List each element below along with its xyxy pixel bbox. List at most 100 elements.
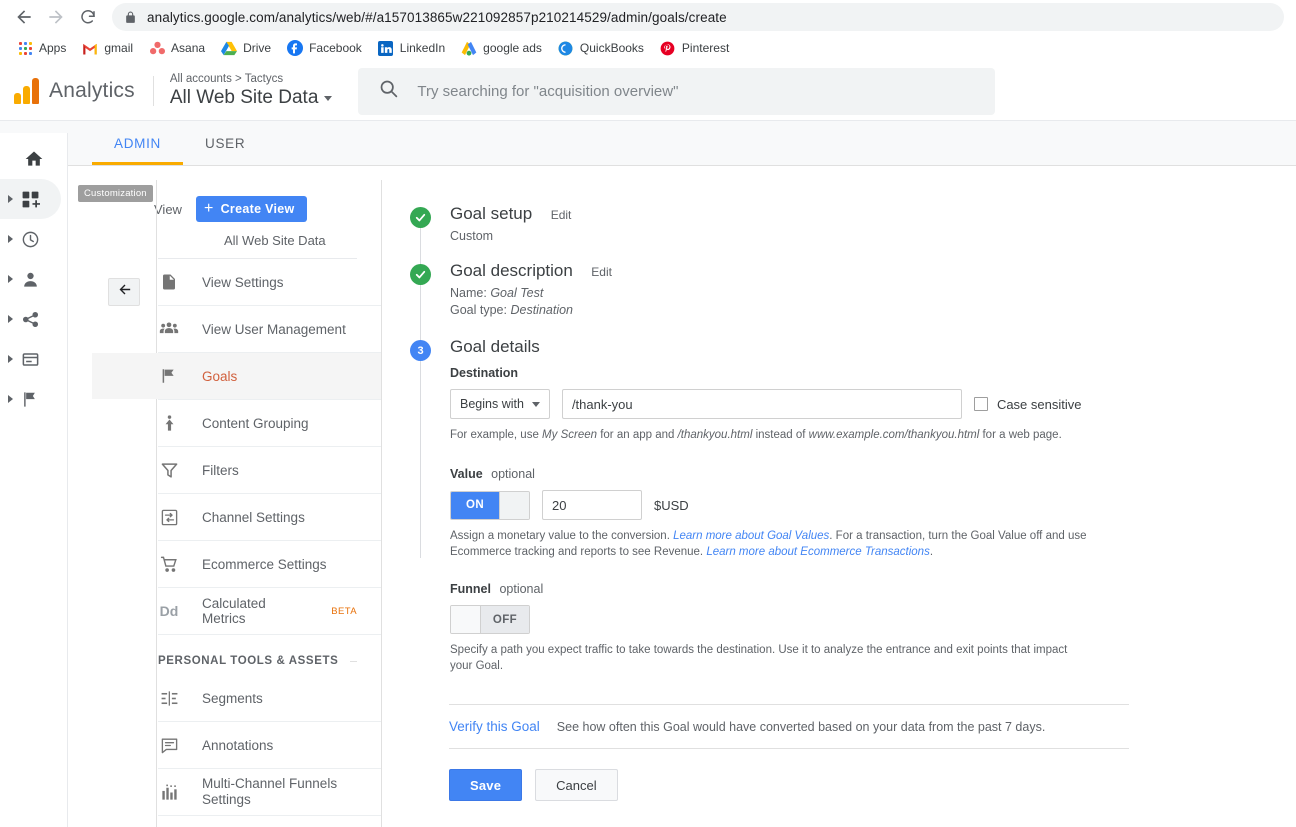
segments-icon bbox=[158, 687, 180, 709]
goal-values-link[interactable]: Learn more about Goal Values bbox=[673, 530, 829, 542]
bookmark-pinterest[interactable]: Pinterest bbox=[653, 37, 736, 59]
product-title: Analytics bbox=[49, 79, 135, 102]
bookmarks-bar: Apps gmail Asana Drive Facebook LinkedIn… bbox=[0, 34, 1296, 62]
menu-item-segments[interactable]: Segments bbox=[158, 675, 381, 722]
hint-em: www.example.com/thankyou.html bbox=[808, 429, 980, 441]
menu-item-calculated-metrics[interactable]: Dd Calculated Metrics BETA bbox=[158, 588, 381, 635]
hint-part: for a web page. bbox=[979, 429, 1062, 441]
sidebar-item-audience[interactable] bbox=[0, 259, 67, 299]
expand-arrow-icon bbox=[8, 315, 13, 323]
verify-description: See how often this Goal would have conve… bbox=[556, 719, 1046, 734]
goal-value-input[interactable] bbox=[542, 490, 642, 520]
bookmark-quickbooks[interactable]: QuickBooks bbox=[551, 37, 651, 59]
search-input[interactable]: Try searching for "acquisition overview" bbox=[358, 67, 996, 115]
drive-icon bbox=[221, 40, 238, 56]
tab-admin[interactable]: ADMIN bbox=[92, 121, 183, 165]
edit-goal-setup-link[interactable]: Edit bbox=[551, 208, 572, 222]
verify-goal-row: Verify this Goal See how often this Goal… bbox=[449, 704, 1129, 749]
panel-divider bbox=[156, 180, 157, 827]
bookmark-gmail[interactable]: gmail bbox=[75, 37, 140, 59]
menu-label: Calculated Metrics bbox=[202, 596, 266, 626]
edit-goal-description-link[interactable]: Edit bbox=[591, 265, 612, 279]
funnel-hint: Specify a path you expect traffic to tak… bbox=[450, 644, 1068, 672]
funnel-label: Funnel optional bbox=[450, 582, 1090, 596]
tab-user[interactable]: USER bbox=[183, 121, 267, 165]
sidebar-item-home[interactable] bbox=[0, 139, 67, 179]
property-name: All Web Site Data bbox=[170, 86, 333, 110]
breadcrumb: All accounts > Tactycs bbox=[169, 73, 284, 85]
menu-item-multi-channel-funnels-settings[interactable]: Multi-Channel Funnels Settings bbox=[158, 769, 381, 816]
forward-arrow-icon[interactable] bbox=[42, 3, 70, 31]
bookmark-label: Apps bbox=[39, 41, 67, 55]
menu-item-view-user-management[interactable]: View User Management bbox=[158, 306, 381, 353]
back-arrow-icon bbox=[116, 281, 133, 303]
bookmark-google-ads[interactable]: google ads bbox=[454, 37, 549, 59]
funnel-toggle[interactable]: OFF bbox=[450, 605, 530, 634]
back-arrow-icon[interactable] bbox=[10, 3, 38, 31]
menu-item-filters[interactable]: Filters bbox=[158, 447, 381, 494]
address-bar[interactable]: analytics.google.com/analytics/web/#/a15… bbox=[112, 3, 1284, 31]
case-sensitive-label: Case sensitive bbox=[996, 396, 1082, 412]
menu-label: Content Grouping bbox=[202, 415, 309, 431]
case-sensitive-checkbox[interactable]: Case sensitive bbox=[973, 396, 1082, 412]
left-nav-rail bbox=[0, 133, 68, 827]
ecommerce-transactions-link[interactable]: Learn more about Ecommerce Transactions bbox=[706, 546, 930, 558]
bookmark-drive[interactable]: Drive bbox=[214, 37, 278, 59]
hint-part: instead of bbox=[752, 429, 809, 441]
step-number-badge: 3 bbox=[410, 340, 431, 361]
sidebar-item-realtime[interactable] bbox=[0, 219, 67, 259]
match-type-select[interactable]: Begins with bbox=[450, 389, 550, 419]
collapse-panel-button[interactable] bbox=[108, 278, 140, 306]
sidebar-item-conversions[interactable] bbox=[0, 379, 67, 419]
save-button[interactable]: Save bbox=[449, 769, 523, 801]
bookmark-label: Drive bbox=[243, 41, 272, 55]
menu-item-channel-settings[interactable]: Channel Settings bbox=[158, 494, 381, 541]
annotation-icon bbox=[158, 734, 180, 756]
menu-item-view-settings[interactable]: View Settings bbox=[158, 259, 381, 306]
property-label: All Web Site Data bbox=[169, 87, 319, 108]
match-type-value: Begins with bbox=[460, 397, 524, 411]
menu-label: View Settings bbox=[202, 274, 284, 290]
step-goal-description: Goal description Edit Name: Goal Test Go… bbox=[410, 261, 1110, 319]
window-icon bbox=[19, 348, 41, 370]
bookmark-label: LinkedIn bbox=[399, 41, 446, 55]
menu-item-annotations[interactable]: Annotations bbox=[158, 722, 381, 769]
create-view-button[interactable]: + Create View bbox=[195, 196, 307, 222]
step-header: Goal description Edit bbox=[450, 261, 612, 281]
chevron-down-icon[interactable] bbox=[324, 95, 333, 101]
linkedin-icon bbox=[378, 40, 394, 56]
menu-item-content-grouping[interactable]: Content Grouping bbox=[158, 400, 381, 447]
bookmark-linkedin[interactable]: LinkedIn bbox=[371, 37, 452, 59]
value-toggle[interactable]: ON bbox=[450, 490, 530, 520]
funnel-toggle-state: OFF bbox=[481, 606, 529, 633]
destination-input[interactable] bbox=[561, 389, 962, 419]
browser-chrome: analytics.google.com/analytics/web/#/a15… bbox=[0, 0, 1296, 62]
content-grouping-icon bbox=[158, 412, 180, 434]
goal-type-row: Goal type: Destination bbox=[450, 302, 612, 319]
expand-arrow-icon bbox=[8, 195, 13, 203]
hint-part: for an app and bbox=[597, 429, 678, 441]
destination-field-group: Destination Begins with Case sensitive bbox=[450, 366, 1090, 443]
bookmark-facebook[interactable]: Facebook bbox=[280, 37, 369, 59]
menu-label: Multi-Channel Funnels Settings bbox=[202, 776, 338, 807]
bookmark-apps[interactable]: Apps bbox=[10, 37, 73, 59]
current-view-name[interactable]: All Web Site Data bbox=[158, 222, 357, 259]
menu-label: Segments bbox=[202, 690, 263, 706]
sidebar-item-customization[interactable] bbox=[0, 179, 61, 219]
menu-label: View User Management bbox=[202, 321, 346, 337]
hint-em: /thankyou.html bbox=[677, 429, 753, 441]
hint-part: . bbox=[929, 546, 934, 558]
verify-this-goal-link[interactable]: Verify this Goal bbox=[449, 719, 540, 734]
sidebar-item-acquisition[interactable] bbox=[0, 299, 67, 339]
menu-item-ecommerce-settings[interactable]: Ecommerce Settings bbox=[158, 541, 381, 588]
step-header: Goal setup Edit bbox=[450, 204, 571, 224]
checkbox-box[interactable] bbox=[973, 397, 988, 411]
reload-icon[interactable] bbox=[74, 3, 102, 31]
check-circle-icon bbox=[410, 207, 431, 228]
menu-label: Ecommerce Settings bbox=[202, 556, 327, 572]
cancel-button[interactable]: Cancel bbox=[535, 769, 618, 801]
account-selector[interactable]: All accounts > Tactycs All Web Site Data bbox=[170, 72, 333, 110]
bookmark-asana[interactable]: Asana bbox=[142, 37, 212, 59]
menu-item-goals[interactable]: Goals bbox=[92, 353, 381, 400]
sidebar-item-behavior[interactable] bbox=[0, 339, 67, 379]
